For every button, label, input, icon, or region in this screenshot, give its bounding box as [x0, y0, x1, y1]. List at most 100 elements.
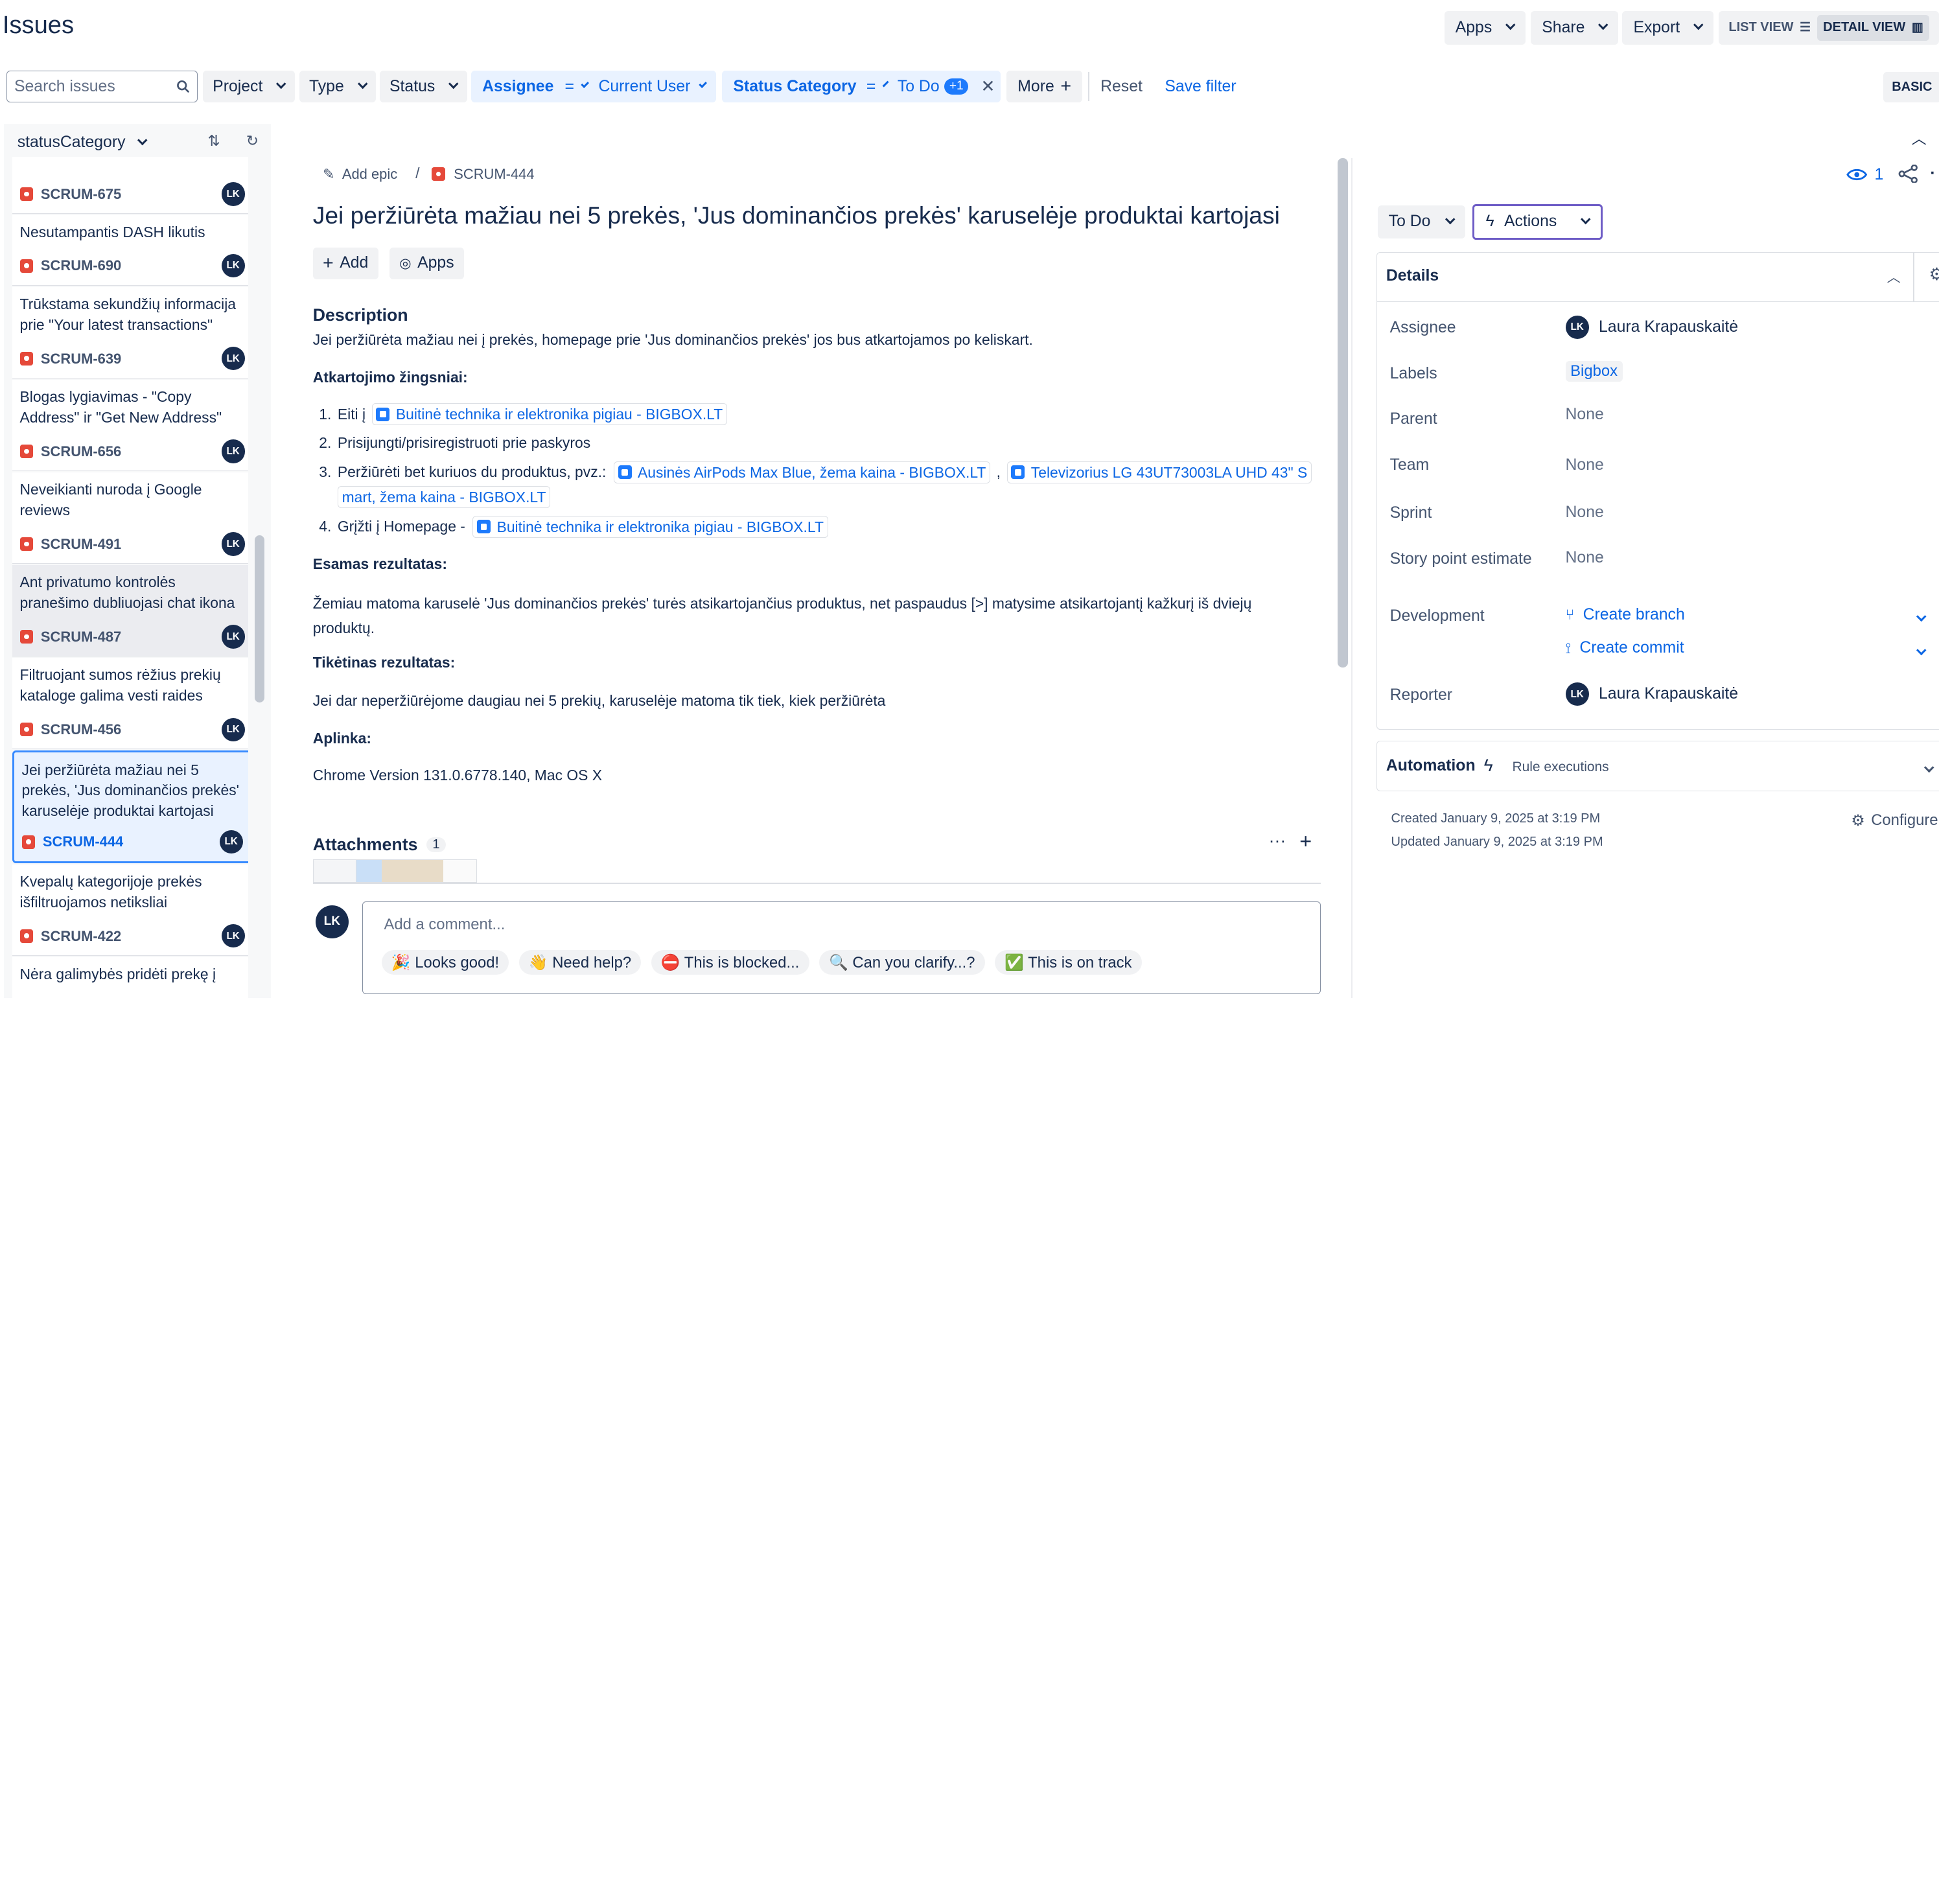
chevron-down-icon[interactable] [1923, 758, 1934, 776]
plus-icon: + [322, 252, 334, 273]
detail-view-button[interactable]: DETAIL VIEW ▥ [1817, 14, 1930, 41]
status-category-filter[interactable]: Status Category = To Do +1 ✕ [722, 70, 1001, 103]
team-value[interactable]: None [1566, 456, 1604, 474]
smart-link[interactable]: Buitinė technika ir elektronika pigiau -… [472, 515, 828, 539]
project-filter[interactable]: Project [202, 70, 295, 103]
actions-button[interactable]: ϟ Actions [1472, 203, 1603, 240]
comment-box[interactable]: Add a comment... 🎉 Looks good! 👋 Need hel… [362, 901, 1321, 995]
more-icon[interactable]: · [1930, 165, 1935, 183]
reporter-value[interactable]: LK Laura Krapauskaitė [1565, 682, 1739, 706]
type-filter[interactable]: Type [299, 70, 377, 103]
create-branch-link[interactable]: ⑂ Create branch [1566, 606, 1685, 624]
issue-apps-button[interactable]: ◎ Apps [389, 247, 464, 280]
status-category-value[interactable]: To Do [898, 78, 940, 96]
sprint-value[interactable]: None [1566, 504, 1604, 522]
chevron-down-icon [698, 80, 707, 89]
status-dropdown[interactable]: To Do [1377, 205, 1465, 239]
assignee-filter[interactable]: Assignee = Current User [470, 70, 716, 103]
list-view-label: LIST VIEW [1728, 20, 1794, 35]
list-item-title: Kvepalų kategorijoje prekės išfiltruojam… [19, 873, 202, 911]
step-4: 4. Grįžti į Homepage - Buitinė technika ir… [319, 515, 828, 539]
labels-value[interactable]: Bigbox [1565, 361, 1623, 382]
plus-icon: + [1060, 76, 1072, 97]
create-commit-link[interactable]: ⟟ Create commit [1566, 639, 1684, 657]
assignee-filter-value[interactable]: Current User [598, 78, 690, 96]
attachments-count: 1 [426, 837, 446, 852]
search-input[interactable]: Search issues [6, 70, 198, 103]
list-item[interactable]: Ant privatumo kontrolės pranešimo dubliu… [12, 564, 249, 657]
description-heading: Description [312, 305, 408, 325]
add-epic-button[interactable]: ✎ Add epic [323, 166, 397, 183]
thumb-part [381, 860, 444, 883]
list-scrollbar[interactable] [255, 535, 265, 702]
list-item[interactable]: SCRUM-675 LK [12, 157, 249, 215]
smart-link[interactable]: Televizorius LG 43UT73003LA UHD 43" S [1006, 461, 1312, 484]
list-item[interactable]: Neveikianti nuroda į Google reviews SCRUM… [12, 472, 249, 564]
reset-button[interactable]: Reset [1100, 78, 1143, 96]
quick-reply-chip[interactable]: ⛔ This is blocked... [651, 950, 809, 975]
quick-reply-chip[interactable]: 👋 Need help? [518, 950, 642, 975]
chevron-down-icon [357, 78, 368, 89]
clear-filter-icon[interactable]: ✕ [981, 76, 995, 97]
chevron-down-icon[interactable] [1916, 607, 1927, 625]
chevron-down-icon [1580, 214, 1591, 225]
save-filter-button[interactable]: Save filter [1165, 78, 1236, 96]
quick-reply-chip[interactable]: ✅ This is on track [994, 950, 1142, 975]
watch-button[interactable]: 1 [1846, 166, 1883, 184]
status-filter[interactable]: Status [379, 70, 467, 103]
basic-mode-button[interactable]: BASIC [1883, 71, 1939, 103]
breadcrumb-issue-key[interactable]: SCRUM-444 [431, 166, 535, 183]
attachment-thumbnail[interactable] [312, 859, 478, 883]
quick-reply-chip[interactable]: 🔍 Can you clarify...? [819, 950, 985, 975]
link-label-continued[interactable]: mart, žema kaina - BIGBOX.LT [337, 485, 551, 509]
assignee-value[interactable]: LK Laura Krapauskaitė [1565, 315, 1738, 339]
avatar: LK [221, 625, 245, 649]
sort-order-icon[interactable]: ⇅ [208, 132, 220, 150]
chevron-up-icon[interactable]: ︿ [1887, 267, 1901, 286]
list-item-meta: SCRUM-639 LK [19, 347, 245, 371]
link-label: Buitinė technika ir elektronika pigiau -… [395, 406, 723, 423]
settings-icon[interactable]: ⚙ [1929, 264, 1938, 284]
share-icon[interactable] [1898, 164, 1918, 188]
apps-menu-button[interactable]: Apps [1444, 11, 1526, 45]
status-label: Status [389, 77, 435, 95]
list-item[interactable]: Trūkstama sekundžių informacija prie "Yo… [12, 286, 249, 378]
refresh-icon[interactable]: ↻ [246, 132, 259, 150]
parent-value[interactable]: None [1566, 406, 1604, 424]
detail-view-label: DETAIL VIEW [1823, 20, 1906, 35]
thumb-part [313, 860, 357, 883]
smart-link[interactable]: Buitinė technika ir elektronika pigiau -… [371, 403, 727, 426]
export-button[interactable]: Export [1622, 11, 1713, 45]
quick-reply-chip[interactable]: 🎉 Looks good! [381, 950, 509, 975]
label-tag[interactable]: Bigbox [1565, 361, 1623, 382]
collapse-icon[interactable]: ︿ [1912, 126, 1927, 148]
main-scrollbar[interactable] [1338, 158, 1348, 668]
smart-link[interactable]: Ausinės AirPods Max Blue, žema kaina - B… [613, 461, 991, 484]
list-item-title: Nėra galimybės pridėti prekę į [19, 966, 216, 983]
add-epic-label: Add epic [342, 165, 398, 182]
more-icon[interactable]: ··· [1269, 831, 1286, 851]
details-header[interactable] [1376, 252, 1939, 302]
share-button[interactable]: Share [1531, 11, 1618, 45]
operator[interactable]: = [565, 78, 574, 96]
story-points-value[interactable]: None [1566, 549, 1604, 567]
list-item[interactable]: Kvepalų kategorijoje prekės išfiltruojam… [12, 864, 249, 956]
operator[interactable]: = [866, 78, 876, 96]
list-item[interactable]: Nesutampantis DASH likutis SCRUM-690 LK [12, 215, 249, 286]
add-attachment-icon[interactable]: + [1299, 831, 1312, 852]
current-result-text: Žemiau matoma karuselė 'Jus dominančios … [312, 595, 1252, 637]
issue-title[interactable]: Jei peržiūrėta mažiau nei 5 prekės, 'Jus… [313, 202, 1280, 229]
list-item[interactable]: Filtruojant sumos rėžius prekių kataloge… [12, 658, 249, 750]
sort-dropdown[interactable]: statusCategory [17, 134, 148, 152]
list-item[interactable]: Nėra galimybės pridėti prekę į [12, 957, 249, 998]
list-item[interactable]: Blogas lygiavimas - "Copy Address" ir "G… [12, 379, 249, 471]
add-button[interactable]: + Add [312, 247, 378, 280]
list-view-button[interactable]: LIST VIEW ☰ [1723, 15, 1817, 41]
more-filters-button[interactable]: More + [1006, 70, 1083, 103]
list-item[interactable]: Jei peržiūrėta mažiau nei 5 prekės, 'Jus… [12, 750, 249, 863]
configure-button[interactable]: ⚙ Configure [1851, 811, 1938, 830]
eye-icon [1846, 169, 1867, 181]
reporter-name: Laura Krapauskaitė [1599, 685, 1739, 703]
thumb-part [356, 860, 382, 883]
chevron-down-icon[interactable] [1916, 640, 1927, 658]
